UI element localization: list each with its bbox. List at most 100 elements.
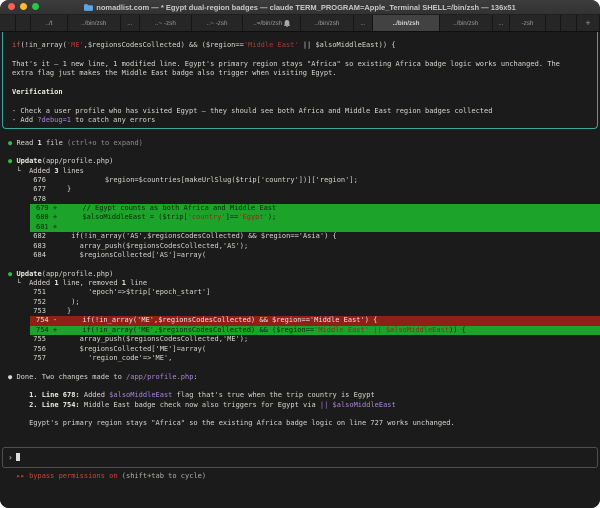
close-button[interactable] — [8, 3, 15, 10]
text-segment: Egypt's primary region stays "Africa" so… — [8, 419, 455, 427]
new-tab-button[interactable]: + — [577, 15, 600, 31]
terminal-tab-1[interactable] — [16, 15, 32, 31]
terminal-tab-5[interactable]: ..~ -zsh — [140, 15, 192, 31]
terminal-tab-13[interactable]: -zsh — [510, 15, 546, 31]
terminal-tab-15[interactable] — [561, 15, 577, 31]
text-segment: 751 'epoch'=>$trip['epoch_start'] — [8, 288, 210, 296]
text-segment: extra flag just makes the Middle East ba… — [12, 69, 337, 77]
assistant-message-box: if(!in_array('ME',$regionsCodesCollected… — [2, 32, 598, 129]
text-segment: (app/profile.php) — [42, 157, 114, 165]
text-segment: 757 'region_code'=>'ME', — [8, 354, 172, 362]
terminal-line: That's it — 1 new line, 1 modified line.… — [3, 60, 597, 69]
text-segment: Verification — [12, 88, 63, 96]
text-segment: 754 - if(!in_array('ME',$regionsCodesCol… — [36, 316, 377, 324]
terminal-tab-6[interactable]: ..~ -zsh — [192, 15, 244, 31]
terminal-line: 752 ); — [0, 298, 600, 307]
terminal-tab-8[interactable]: ../bin/zsh — [301, 15, 354, 31]
text-segment — [8, 401, 29, 409]
text-segment: : — [193, 373, 197, 381]
text-segment: - Add — [12, 116, 37, 124]
terminal-line: 751 'epoch'=>$trip['epoch_start'] — [0, 288, 600, 297]
terminal-line: 756 $regionsCollected['ME']=array( — [0, 345, 600, 354]
terminal-line: 1. Line 678: Added $alsoMiddleEast flag … — [0, 391, 600, 400]
title-bar[interactable]: nomadlist.com — * Egypt dual-region badg… — [0, 0, 600, 15]
text-segment: 2. Line 754: — [29, 401, 80, 409]
zoom-button[interactable] — [32, 3, 39, 10]
terminal-tab-10[interactable]: ../bin/zsh — [373, 15, 440, 31]
terminal-line: 684 $regionsCollected['AS']=array( — [0, 251, 600, 260]
text-segment: 'country' — [188, 213, 226, 221]
text-segment: ?debug=1 — [37, 116, 71, 124]
terminal-line: Egypt's primary region stays "Africa" so… — [0, 419, 600, 428]
terminal-line: 678 — [0, 195, 600, 204]
terminal-line: - Add ?debug=1 to catch any errors — [3, 116, 597, 125]
text-segment: line — [126, 279, 147, 287]
text-segment: Update — [16, 157, 41, 165]
text-segment: 1. Line 678: — [29, 391, 80, 399]
terminal-tab-14[interactable] — [546, 15, 562, 31]
text-segment: └ Added — [8, 167, 54, 175]
bell-icon — [284, 20, 290, 27]
terminal-line: 677 } — [0, 185, 600, 194]
text-segment: || $alsoMiddleEast — [320, 401, 396, 409]
text-segment: )) { — [449, 326, 466, 334]
text-segment: - Check a user profile who has visited E… — [12, 107, 492, 115]
text-segment: || $alsoMiddleEast)) { — [299, 41, 396, 49]
text-segment: Done. Two changes made to — [16, 373, 126, 381]
terminal-tab-11[interactable]: ../bin/zsh — [440, 15, 493, 31]
terminal-line: - Check a user profile who has visited E… — [3, 107, 597, 116]
tab-label: ../bin/zsh — [453, 20, 478, 27]
text-segment: file — [42, 139, 67, 147]
terminal-line: 757 'region_code'=>'ME', — [0, 354, 600, 363]
text-segment: 679 + // Egypt counts as both Africa and… — [36, 204, 276, 212]
text-segment: Added — [80, 391, 110, 399]
text-segment: to catch any errors — [71, 116, 155, 124]
terminal-line — [0, 382, 600, 391]
terminal-line: 755 array_push($regionsCodesCollected,'M… — [0, 335, 600, 344]
tab-label: ../bin/zsh — [314, 20, 339, 27]
text-segment: Middle East badge check now also trigger… — [80, 401, 320, 409]
terminal-tab-4[interactable]: ... — [121, 15, 141, 31]
terminal-line: └ Added 3 lines — [0, 167, 600, 176]
terminal-line: ● Update(app/profile.php) — [0, 270, 600, 279]
terminal-line: ● Update(app/profile.php) — [0, 157, 600, 166]
text-segment: That's it — 1 new line, 1 modified line.… — [12, 60, 560, 68]
text-segment: 752 ); — [8, 298, 80, 306]
terminal-tab-2[interactable]: ../t — [31, 15, 68, 31]
tab-label: -zsh — [521, 20, 533, 27]
text-segment: ▸▸ bypass permissions on — [8, 472, 122, 480]
terminal-line: if(!in_array('ME',$regionsCodesCollected… — [3, 41, 597, 50]
text-segment: /app/profile.php — [126, 373, 193, 381]
terminal-tab-12[interactable]: ... — [493, 15, 511, 31]
terminal-line: Verification — [3, 88, 597, 97]
window-controls — [8, 3, 39, 10]
tab-label: ../bin/zsh — [393, 20, 420, 27]
terminal-window: nomadlist.com — * Egypt dual-region badg… — [0, 0, 600, 508]
text-segment: line, removed — [59, 279, 122, 287]
prompt-input[interactable]: › — [2, 447, 598, 468]
tab-label: ..~ -zsh — [155, 20, 176, 27]
terminal[interactable]: if(!in_array('ME',$regionsCodesCollected… — [0, 32, 600, 508]
terminal-line — [3, 50, 597, 59]
terminal-line: ● Read 1 file (ctrl+o to expand) — [0, 139, 600, 148]
terminal-line: 683 array_push($regionsCodesCollected,'A… — [0, 242, 600, 251]
text-segment: 683 array_push($regionsCodesCollected,'A… — [8, 242, 248, 250]
text-segment: 'Middle East' — [314, 326, 369, 334]
text-segment: (ctrl+o to expand) — [67, 139, 143, 147]
window-title: nomadlist.com — * Egypt dual-region badg… — [0, 3, 600, 12]
text-segment: 755 array_push($regionsCodesCollected,'M… — [8, 335, 248, 343]
window-title-text: nomadlist.com — * Egypt dual-region badg… — [96, 3, 516, 12]
terminal-line: 2. Line 754: Middle East badge check now… — [0, 401, 600, 410]
terminal-tab-7[interactable]: ..=/bin/zsh — [243, 15, 301, 31]
terminal-tab-0[interactable] — [0, 15, 16, 31]
terminal-tab-3[interactable]: ../bin/zsh — [68, 15, 121, 31]
text-segment: 'Egypt' — [238, 213, 268, 221]
text-segment: || $alsoMiddleEast — [373, 326, 449, 334]
text-segment: 'Middle East' — [244, 41, 299, 49]
terminal-tab-9[interactable]: ... — [354, 15, 374, 31]
terminal-output: ● Read 1 file (ctrl+o to expand) ● Update… — [0, 129, 600, 429]
terminal-line — [0, 129, 600, 138]
minimize-button[interactable] — [20, 3, 27, 10]
diff-added-line: 679 + // Egypt counts as both Africa and… — [30, 204, 600, 213]
text-segment: 'ME' — [67, 41, 84, 49]
